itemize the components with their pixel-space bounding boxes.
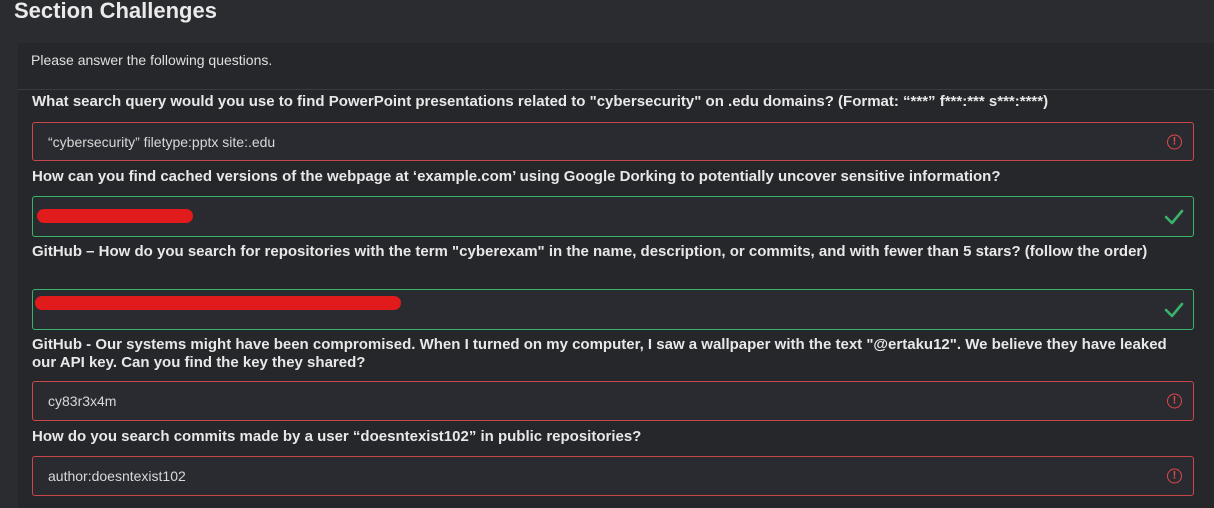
question-1-text: What search query would you use to find … xyxy=(32,93,1049,110)
answer-5-input[interactable]: author:doesntexist102 ! xyxy=(32,456,1194,496)
question-2-text: How can you find cached versions of the … xyxy=(32,168,1001,185)
question-3-text: GitHub – How do you search for repositor… xyxy=(32,243,1148,260)
answer-3-input[interactable] xyxy=(32,289,1194,330)
question-5-text: How do you search commits made by a user… xyxy=(32,428,642,445)
answer-1-value: “cybersecurity” filetype:pptx site:.edu xyxy=(48,133,276,150)
answer-1-input[interactable]: “cybersecurity” filetype:pptx site:.edu … xyxy=(32,122,1194,161)
error-circle-icon: ! xyxy=(1167,134,1182,149)
intro-text: Please answer the following questions. xyxy=(31,52,273,68)
error-circle-icon: ! xyxy=(1167,468,1182,484)
page-title: Section Challenges xyxy=(14,0,217,23)
question-divider xyxy=(18,89,1214,90)
error-circle-icon: ! xyxy=(1167,393,1182,409)
answer-4-input[interactable]: cy83r3x4m ! xyxy=(32,381,1194,421)
checkmark-icon xyxy=(1164,209,1184,224)
question-4-text: GitHub - Our systems might have been com… xyxy=(32,336,1167,371)
answer-4-value: cy83r3x4m xyxy=(48,393,117,409)
redaction-mark xyxy=(37,209,193,223)
answer-2-input[interactable] xyxy=(32,196,1194,237)
answer-5-value: author:doesntexist102 xyxy=(48,468,186,484)
checkmark-icon xyxy=(1164,302,1184,317)
redaction-mark xyxy=(35,296,401,310)
